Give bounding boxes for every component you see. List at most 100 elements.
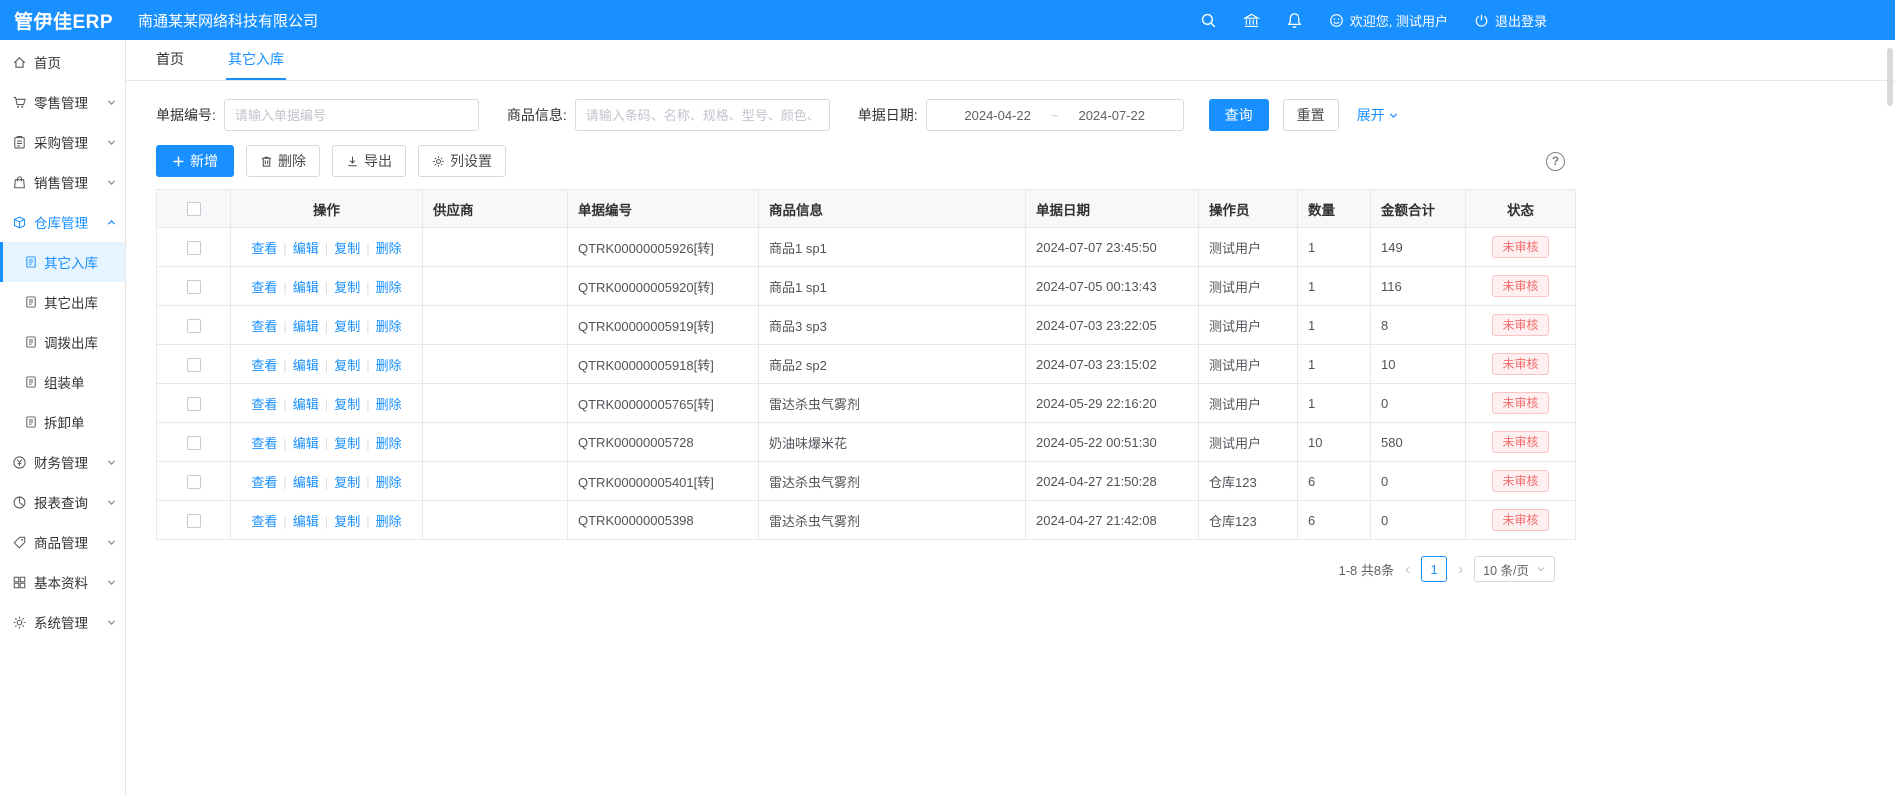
- row-action-delete[interactable]: 删除: [376, 280, 402, 295]
- row-action-copy[interactable]: 复制: [334, 475, 360, 490]
- row-action-edit[interactable]: 编辑: [293, 241, 319, 256]
- row-checkbox[interactable]: [187, 397, 201, 411]
- row-action-edit[interactable]: 编辑: [293, 358, 319, 373]
- row-action-copy[interactable]: 复制: [334, 280, 360, 295]
- cell-order-no: QTRK00000005919[转]: [568, 306, 759, 345]
- sidebar-subitem-other-outbound[interactable]: 其它出库: [0, 282, 125, 322]
- sidebar-item-purchase[interactable]: 采购管理: [0, 122, 125, 162]
- cell-date: 2024-07-03 23:15:02: [1026, 345, 1199, 384]
- export-button[interactable]: 导出: [332, 145, 406, 177]
- row-action-copy[interactable]: 复制: [334, 358, 360, 373]
- column-header[interactable]: 商品信息: [759, 190, 1026, 228]
- row-action-copy[interactable]: 复制: [334, 241, 360, 256]
- doc-icon: [24, 375, 38, 389]
- sidebar-item-reports[interactable]: 报表查询: [0, 482, 125, 522]
- sidebar-item-home[interactable]: 首页: [0, 42, 125, 82]
- row-checkbox[interactable]: [187, 241, 201, 255]
- row-checkbox[interactable]: [187, 319, 201, 333]
- bank-icon[interactable]: [1243, 12, 1260, 29]
- row-action-edit[interactable]: 编辑: [293, 514, 319, 529]
- select-all-checkbox[interactable]: [187, 202, 201, 216]
- sidebar-item-sales[interactable]: 销售管理: [0, 162, 125, 202]
- row-action-edit[interactable]: 编辑: [293, 475, 319, 490]
- next-page-button[interactable]: ›: [1456, 561, 1465, 578]
- row-action-view[interactable]: 查看: [251, 358, 277, 373]
- sidebar-item-retail[interactable]: 零售管理: [0, 82, 125, 122]
- row-action-copy[interactable]: 复制: [334, 397, 360, 412]
- bell-icon[interactable]: [1286, 12, 1303, 29]
- row-action-copy[interactable]: 复制: [334, 319, 360, 334]
- reset-button[interactable]: 重置: [1283, 99, 1339, 131]
- sidebar-item-finance[interactable]: 财务管理: [0, 442, 125, 482]
- sidebar-item-label: 基本资料: [34, 572, 88, 592]
- tab-home[interactable]: 首页: [154, 40, 186, 80]
- cell-amount: 149: [1371, 228, 1466, 267]
- row-action-view[interactable]: 查看: [251, 241, 277, 256]
- column-header[interactable]: 金额合计: [1371, 190, 1466, 228]
- row-checkbox[interactable]: [187, 280, 201, 294]
- row-action-delete[interactable]: 删除: [376, 514, 402, 529]
- row-checkbox[interactable]: [187, 475, 201, 489]
- cell-date: 2024-07-05 00:13:43: [1026, 267, 1199, 306]
- column-header[interactable]: 操作员: [1199, 190, 1298, 228]
- row-actions-cell: 查看|编辑|复制|删除: [231, 384, 423, 423]
- logout-button[interactable]: 退出登录: [1474, 11, 1547, 30]
- sidebar-subitem-transfer-outbound[interactable]: 调拨出库: [0, 322, 125, 362]
- add-button[interactable]: 新增: [156, 145, 234, 177]
- delete-button[interactable]: 删除: [246, 145, 320, 177]
- row-action-delete[interactable]: 删除: [376, 475, 402, 490]
- row-action-view[interactable]: 查看: [251, 280, 277, 295]
- sidebar-subitem-label: 其它入库: [44, 252, 98, 272]
- row-action-edit[interactable]: 编辑: [293, 280, 319, 295]
- column-header[interactable]: 单据编号: [568, 190, 759, 228]
- welcome-user[interactable]: 欢迎您, 测试用户: [1329, 11, 1448, 30]
- help-icon[interactable]: ?: [1546, 152, 1565, 171]
- sidebar-subitem-other-inbound[interactable]: 其它入库: [0, 242, 125, 282]
- row-action-delete[interactable]: 删除: [376, 397, 402, 412]
- scrollbar[interactable]: [1887, 48, 1893, 106]
- row-checkbox[interactable]: [187, 358, 201, 372]
- tab-other-inbound[interactable]: 其它入库: [226, 40, 286, 80]
- row-action-delete[interactable]: 删除: [376, 436, 402, 451]
- date-range-picker[interactable]: 2024-04-22 ~ 2024-07-22: [926, 99, 1184, 131]
- row-action-edit[interactable]: 编辑: [293, 397, 319, 412]
- row-action-copy[interactable]: 复制: [334, 436, 360, 451]
- row-checkbox[interactable]: [187, 514, 201, 528]
- expand-filters-link[interactable]: 展开: [1357, 105, 1399, 125]
- sidebar-item-system[interactable]: 系统管理: [0, 602, 125, 642]
- prev-page-button[interactable]: ‹: [1403, 561, 1412, 578]
- row-action-delete[interactable]: 删除: [376, 358, 402, 373]
- current-page-button[interactable]: 1: [1421, 556, 1447, 582]
- page-size-select[interactable]: 10 条/页: [1474, 556, 1555, 582]
- row-action-view[interactable]: 查看: [251, 436, 277, 451]
- sidebar-item-products[interactable]: 商品管理: [0, 522, 125, 562]
- row-action-view[interactable]: 查看: [251, 514, 277, 529]
- sidebar-item-base-data[interactable]: 基本资料: [0, 562, 125, 602]
- row-action-copy[interactable]: 复制: [334, 514, 360, 529]
- column-header[interactable]: 操作: [231, 190, 423, 228]
- row-action-view[interactable]: 查看: [251, 397, 277, 412]
- row-action-view[interactable]: 查看: [251, 319, 277, 334]
- row-action-view[interactable]: 查看: [251, 475, 277, 490]
- product-info-input[interactable]: [575, 99, 830, 131]
- row-action-delete[interactable]: 删除: [376, 319, 402, 334]
- column-header[interactable]: 单据日期: [1026, 190, 1199, 228]
- sidebar-subitem-assembly-order[interactable]: 组装单: [0, 362, 125, 402]
- row-action-delete[interactable]: 删除: [376, 241, 402, 256]
- column-header[interactable]: 数量: [1298, 190, 1371, 228]
- search-icon[interactable]: [1200, 12, 1217, 29]
- column-settings-button[interactable]: 列设置: [418, 145, 506, 177]
- order-no-input[interactable]: [224, 99, 479, 131]
- page-size-value: 10 条/页: [1483, 560, 1529, 579]
- sidebar-item-warehouse[interactable]: 仓库管理: [0, 202, 125, 242]
- row-action-edit[interactable]: 编辑: [293, 436, 319, 451]
- column-header[interactable]: 供应商: [423, 190, 568, 228]
- row-checkbox[interactable]: [187, 436, 201, 450]
- main-area: 首页其它入库 单据编号: 商品信息: 单据日期: 2024: [126, 40, 1895, 795]
- search-button[interactable]: 查询: [1209, 99, 1269, 131]
- row-action-edit[interactable]: 编辑: [293, 319, 319, 334]
- column-header[interactable]: 状态: [1466, 190, 1576, 228]
- row-checkbox-cell: [157, 306, 231, 345]
- sidebar-subitem-disassembly-order[interactable]: 拆卸单: [0, 402, 125, 442]
- cell-amount: 0: [1371, 501, 1466, 540]
